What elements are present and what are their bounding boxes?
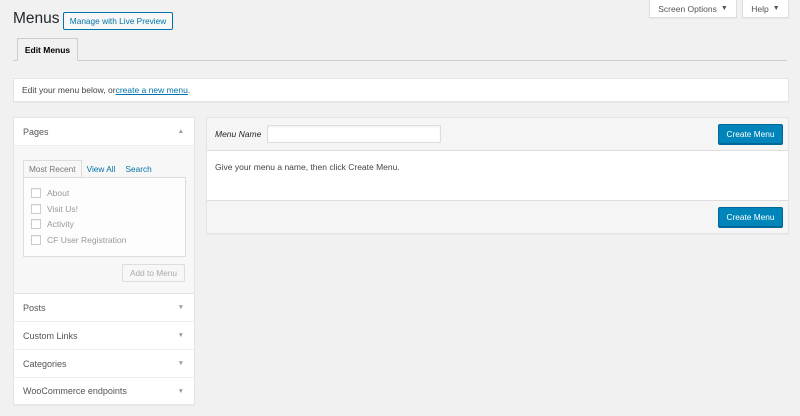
chevron-down-icon: ▼	[177, 387, 184, 395]
chevron-down-icon: ▼	[177, 360, 184, 367]
accordion-section-categories[interactable]: Categories ▼	[14, 350, 194, 378]
menu-instructions: Give your menu a name, then click Create…	[215, 162, 400, 172]
page-label: Visit Us!	[47, 204, 79, 214]
accordion-section-woocommerce-endpoints[interactable]: WooCommerce endpoints ▼	[14, 377, 194, 405]
section-title: WooCommerce endpoints	[23, 386, 127, 396]
create-menu-button-top[interactable]: Create Menu	[718, 124, 783, 144]
page-title: Menus	[13, 10, 60, 27]
add-menu-items-accordion: Pages ▲ Most Recent View All Search Abou…	[13, 117, 195, 405]
accordion-section-pages[interactable]: Pages ▲	[14, 118, 194, 146]
list-item: Visit Us!	[31, 202, 78, 216]
section-title: Posts	[23, 302, 46, 313]
section-title: Categories	[23, 358, 67, 369]
create-new-menu-link[interactable]: create a new menu	[116, 85, 188, 95]
screen-options-button[interactable]: Screen Options ▼	[649, 0, 737, 18]
tab-edit-menus[interactable]: Edit Menus	[17, 38, 78, 61]
menu-name-label: Menu Name	[215, 129, 262, 139]
chevron-down-icon: ▼	[772, 5, 780, 12]
chevron-down-icon: ▼	[177, 332, 184, 339]
pages-tabs: Most Recent View All Search	[23, 160, 157, 178]
list-item: About	[31, 186, 69, 200]
menu-editor-header: Menu Name Create Menu	[207, 118, 788, 151]
chevron-down-icon: ▼	[177, 304, 184, 311]
menu-name-input[interactable]	[267, 125, 441, 143]
tab-search[interactable]: Search	[120, 160, 156, 178]
page-label: About	[47, 188, 70, 198]
page-checkbox[interactable]	[31, 204, 41, 214]
tab-most-recent[interactable]: Most Recent	[23, 160, 82, 178]
page-label: Activity	[47, 219, 74, 229]
page-checkbox[interactable]	[31, 188, 41, 198]
pages-section-body: Most Recent View All Search About Visit …	[14, 146, 194, 294]
tab-view-all[interactable]: View All	[82, 160, 121, 178]
pages-checklist: About Visit Us! Activity CF User Registr…	[23, 177, 186, 257]
help-button[interactable]: Help ▼	[742, 0, 789, 18]
notice-text: Edit your menu below, or	[22, 85, 116, 95]
menu-editor-panel: Menu Name Create Menu Give your menu a n…	[206, 117, 789, 234]
section-title: Pages	[23, 126, 49, 137]
chevron-up-icon: ▲	[177, 128, 184, 135]
accordion-section-posts[interactable]: Posts ▼	[14, 294, 194, 322]
chevron-down-icon: ▼	[720, 5, 728, 12]
list-item: CF User Registration	[31, 233, 126, 247]
page-checkbox[interactable]	[31, 219, 41, 229]
manage-menus-notice: Edit your menu below, or create a new me…	[13, 78, 789, 102]
tab-divider	[13, 60, 787, 61]
screen-options-label: Screen Options	[658, 3, 717, 14]
page-label: CF User Registration	[47, 235, 127, 245]
accordion-section-custom-links[interactable]: Custom Links ▼	[14, 322, 194, 350]
page-checkbox[interactable]	[31, 235, 41, 245]
add-to-menu-button[interactable]: Add to Menu	[122, 264, 185, 282]
section-title: Custom Links	[23, 330, 78, 341]
help-label: Help	[751, 3, 769, 14]
menu-editor-footer: Create Menu	[207, 200, 788, 233]
manage-live-preview-button[interactable]: Manage with Live Preview	[63, 12, 173, 30]
create-menu-button-bottom[interactable]: Create Menu	[718, 207, 783, 227]
notice-text-end: .	[187, 85, 191, 95]
list-item: Activity	[31, 217, 74, 231]
